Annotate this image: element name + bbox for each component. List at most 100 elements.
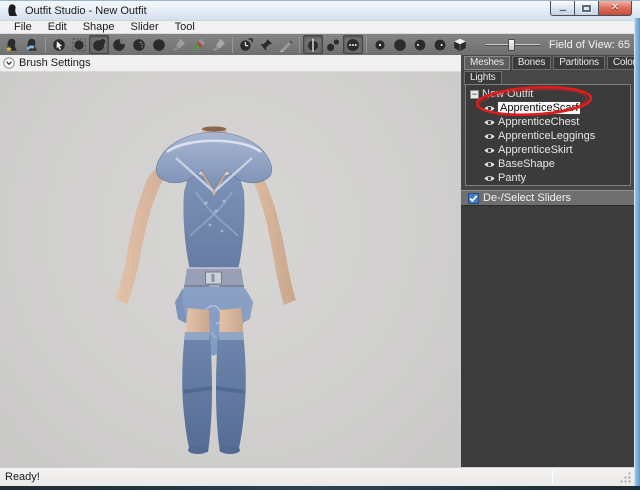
mask-brush-icon xyxy=(72,38,86,52)
eye-icon[interactable] xyxy=(484,104,495,113)
minimize-icon xyxy=(559,9,567,12)
brush-focus-button[interactable] xyxy=(410,35,430,54)
vertex-edit-icon xyxy=(279,38,293,52)
window-controls: ✕ xyxy=(550,1,632,16)
color-brush-button[interactable] xyxy=(189,35,209,54)
vertex-edit-button[interactable] xyxy=(276,35,296,54)
tab-lights[interactable]: Lights xyxy=(464,71,502,85)
toolbar-separator xyxy=(366,37,367,53)
fov-slider[interactable] xyxy=(486,38,540,52)
tree-item-apprenticeskirt[interactable]: ApprenticeSkirt xyxy=(470,143,630,157)
tree-item-label: BaseShape xyxy=(498,158,555,170)
load-project-button[interactable] xyxy=(22,35,42,54)
status-bar: Ready! xyxy=(0,467,640,486)
alpha-brush-icon xyxy=(212,38,226,52)
weight-brush-button[interactable] xyxy=(169,35,189,54)
tree-item-label: ApprenticeLeggings xyxy=(498,130,595,142)
menu-edit[interactable]: Edit xyxy=(40,21,75,34)
transform-tool-button[interactable] xyxy=(236,35,256,54)
fov-slider-thumb[interactable] xyxy=(508,39,515,51)
viewport-column: Brush Settings xyxy=(0,55,461,467)
collapse-chevron-icon[interactable] xyxy=(3,57,15,69)
alpha-brush-button[interactable] xyxy=(209,35,229,54)
smooth-brush-icon xyxy=(132,38,146,52)
window-border-right xyxy=(634,18,640,486)
brush-spacing-button[interactable] xyxy=(430,35,450,54)
tree-item-apprenticescarf[interactable]: ApprenticeScarf xyxy=(470,101,630,115)
window-title: Outfit Studio - New Outfit xyxy=(25,5,147,17)
resize-grip-icon[interactable] xyxy=(619,471,632,484)
tab-bones[interactable]: Bones xyxy=(512,56,551,70)
eye-icon[interactable] xyxy=(484,160,495,169)
sliders-panel[interactable] xyxy=(461,205,634,467)
color-brush-icon xyxy=(192,38,206,52)
tree-root-label: New Outfit xyxy=(482,88,533,100)
close-icon: ✕ xyxy=(611,3,619,13)
brush-strength-icon xyxy=(393,38,407,52)
connected-only-icon xyxy=(326,38,340,52)
pivot-tool-icon xyxy=(259,38,273,52)
move-brush-icon xyxy=(152,38,166,52)
brush-size-button[interactable] xyxy=(370,35,390,54)
global-brush-button[interactable] xyxy=(343,35,363,54)
menu-slider[interactable]: Slider xyxy=(123,21,167,34)
select-sliders-checkbox[interactable] xyxy=(468,193,479,204)
mask-brush-button[interactable] xyxy=(69,35,89,54)
title-bar[interactable]: Outfit Studio - New Outfit ✕ xyxy=(0,0,640,20)
menu-bar: FileEditShapeSliderTool xyxy=(0,21,640,34)
brush-focus-icon xyxy=(413,38,427,52)
tree-item-label: ApprenticeSkirt xyxy=(498,144,573,156)
smooth-brush-button[interactable] xyxy=(129,35,149,54)
eye-icon[interactable] xyxy=(484,118,495,127)
tree-item-apprenticechest[interactable]: ApprenticeChest xyxy=(470,115,630,129)
eye-icon[interactable] xyxy=(484,174,495,183)
new-project-icon xyxy=(5,38,19,52)
brush-spacing-icon xyxy=(433,38,447,52)
pivot-tool-button[interactable] xyxy=(256,35,276,54)
brush-strength-button[interactable] xyxy=(390,35,410,54)
panel-tabs: MeshesBonesPartitionsColors Lights xyxy=(461,55,634,85)
character-model[interactable] xyxy=(0,72,461,467)
toolbar-separator xyxy=(45,37,46,53)
inflate-brush-button[interactable] xyxy=(89,35,109,54)
status-text: Ready! xyxy=(5,471,40,483)
minimize-button[interactable] xyxy=(550,1,574,16)
menu-file[interactable]: File xyxy=(6,21,40,34)
tree-item-baseshape[interactable]: BaseShape xyxy=(470,157,630,171)
toolbar-separator xyxy=(299,37,300,53)
brush-settings-header[interactable]: Brush Settings xyxy=(0,55,461,72)
select-tool-button[interactable] xyxy=(49,35,69,54)
sliders-header-label: De-/Select Sliders xyxy=(483,192,571,204)
maximize-button[interactable] xyxy=(574,1,598,16)
tree-expand-icon[interactable]: − xyxy=(470,90,479,99)
viewport-3d[interactable] xyxy=(0,72,461,467)
app-icon xyxy=(6,3,19,18)
eye-icon[interactable] xyxy=(484,132,495,141)
inflate-brush-icon xyxy=(92,38,106,52)
move-brush-button[interactable] xyxy=(149,35,169,54)
select-tool-icon xyxy=(52,38,66,52)
x-mirror-button[interactable] xyxy=(303,35,323,54)
toggle-textures-icon xyxy=(453,38,467,52)
sliders-header[interactable]: De-/Select Sliders xyxy=(461,190,634,205)
toggle-textures-button[interactable] xyxy=(450,35,470,54)
connected-only-button[interactable] xyxy=(323,35,343,54)
eye-icon[interactable] xyxy=(484,146,495,155)
close-button[interactable]: ✕ xyxy=(598,1,632,16)
tree-root[interactable]: −New Outfit xyxy=(470,87,630,101)
menu-shape[interactable]: Shape xyxy=(75,21,123,34)
menu-tool[interactable]: Tool xyxy=(167,21,203,34)
tree-item-panty[interactable]: Panty xyxy=(470,171,630,185)
tab-meshes[interactable]: Meshes xyxy=(464,56,510,70)
window-border-bottom xyxy=(0,486,640,490)
global-brush-icon xyxy=(346,38,360,52)
brush-size-icon xyxy=(373,38,387,52)
statusbar-divider xyxy=(552,470,553,484)
tree-item-apprenticeleggings[interactable]: ApprenticeLeggings xyxy=(470,129,630,143)
new-project-button[interactable] xyxy=(2,35,22,54)
tab-colors[interactable]: Colors xyxy=(607,56,634,70)
deflate-brush-button[interactable] xyxy=(109,35,129,54)
toolbar-separator xyxy=(232,37,233,53)
load-project-icon xyxy=(25,38,39,52)
tab-partitions[interactable]: Partitions xyxy=(553,56,605,70)
